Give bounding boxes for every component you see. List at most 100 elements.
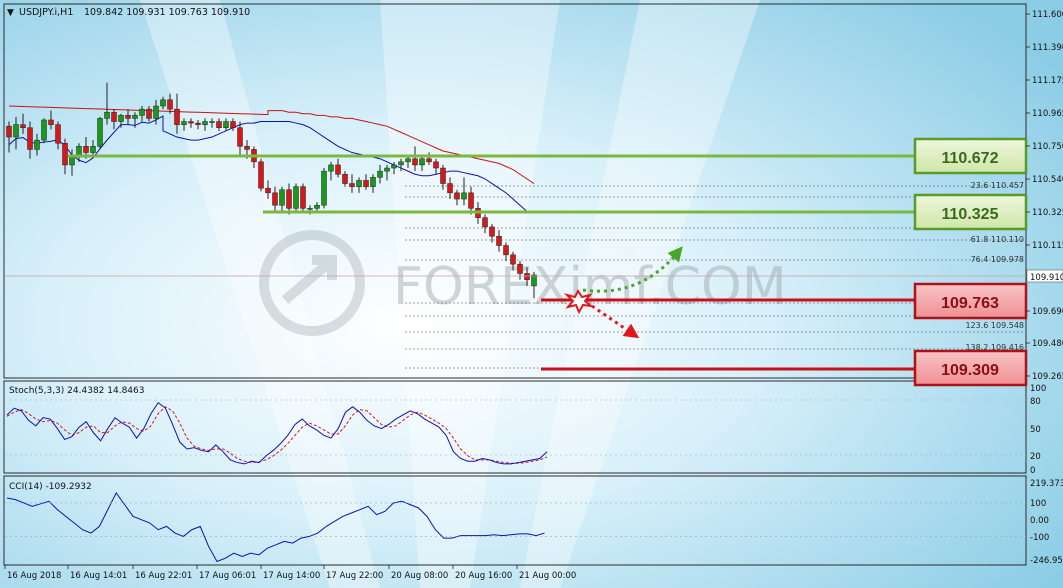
price-tick-label: 111.390 xyxy=(1032,43,1063,53)
price-tick-label: 109.265 xyxy=(1032,372,1063,382)
price-tick-label: 109.480 xyxy=(1032,339,1063,349)
cci-tick-label: -100 xyxy=(1030,533,1049,543)
candle-body xyxy=(391,164,397,169)
price-tick-label: 110.325 xyxy=(1032,208,1063,218)
price-tick-label: 110.115 xyxy=(1032,241,1063,251)
candle-body xyxy=(363,180,369,187)
candle-body xyxy=(90,146,96,153)
candle-body xyxy=(195,122,201,125)
fib-label: 23.6 110.457 xyxy=(971,181,1024,190)
support-label-2: 109.309 xyxy=(941,362,999,379)
cci-tick-label: 0.00 xyxy=(1030,516,1049,526)
cci-tick-label: 219.373 xyxy=(1030,479,1063,489)
candle-body xyxy=(13,124,19,138)
candle-body xyxy=(412,158,418,166)
candle-body xyxy=(167,99,173,110)
candle-body xyxy=(62,142,68,166)
candle-body xyxy=(447,183,453,194)
ohlc-label: 109.842 109.931 109.763 109.910 xyxy=(84,7,250,18)
candle-body xyxy=(468,192,474,209)
candle-body xyxy=(314,204,320,209)
time-tick-label: 16 Aug 2018 xyxy=(7,571,61,581)
symbol-label: USDJPY.i,H1 xyxy=(19,7,73,18)
candle-body xyxy=(230,121,236,128)
candle-body xyxy=(132,115,138,119)
candle-body xyxy=(111,111,117,122)
time-tick-label: 16 Aug 22:01 xyxy=(135,571,192,581)
header-triangle-icon[interactable]: ▼ xyxy=(7,8,14,18)
resistance-label-1: 110.672 xyxy=(942,150,999,167)
watermark-text: FOREXimf.COM xyxy=(393,257,787,317)
stoch-tick-label: 80 xyxy=(1030,397,1041,407)
price-tick-label: 110.750 xyxy=(1032,142,1063,152)
candle-body xyxy=(209,121,215,123)
stoch-tick-label: 50 xyxy=(1030,425,1041,435)
candle-body xyxy=(153,105,159,119)
candle-body xyxy=(335,164,341,175)
price-tick-label: 110.540 xyxy=(1032,175,1063,185)
resistance-label-2: 110.325 xyxy=(942,206,999,223)
candle-body xyxy=(405,158,411,163)
candle-body xyxy=(321,170,327,206)
stoch-label: Stoch(5,3,3) 24.4382 14.8463 xyxy=(9,386,144,396)
stoch-tick-label: 100 xyxy=(1030,384,1046,394)
support-box-1: 109.763 xyxy=(913,282,1028,320)
time-tick-label: 17 Aug 14:00 xyxy=(263,571,320,581)
candle-body xyxy=(524,273,530,280)
support-box-2: 109.309 xyxy=(913,349,1028,387)
candle xyxy=(258,158,264,192)
candle-body xyxy=(125,115,131,119)
candle-body xyxy=(510,254,516,265)
candle-body xyxy=(279,189,285,206)
candle-body xyxy=(328,164,334,172)
candle-body xyxy=(118,115,124,122)
time-tick-label: 17 Aug 22:00 xyxy=(326,571,383,581)
candle-body xyxy=(20,124,26,128)
candle-body xyxy=(6,125,12,138)
candle-body xyxy=(181,121,187,125)
candle xyxy=(321,168,327,209)
candle-body xyxy=(223,121,229,128)
candle-body xyxy=(55,124,61,144)
candle-body xyxy=(27,127,33,150)
candle-body xyxy=(188,121,194,124)
stoch-tick-label: 20 xyxy=(1030,452,1041,462)
time-tick-label: 20 Aug 16:00 xyxy=(455,571,512,581)
chart-canvas: FOREXimf.COM ▼ USDJPY.i,H1 109.842 109.9… xyxy=(0,0,1063,588)
candle-body xyxy=(83,146,89,153)
candle-body xyxy=(293,186,299,209)
current-price-value: 109.910 xyxy=(1030,273,1063,283)
candle-body xyxy=(398,161,404,166)
candle-body xyxy=(237,127,243,147)
resistance-box-1: 110.672 xyxy=(913,137,1028,175)
candle-body xyxy=(489,226,495,237)
candle-body xyxy=(272,192,278,206)
price-tick-label: 111.600 xyxy=(1032,10,1063,20)
candle-body xyxy=(216,121,222,128)
candle-body xyxy=(97,118,103,147)
candle-body xyxy=(370,177,376,187)
time-tick-label: 21 Aug 00:00 xyxy=(519,571,576,581)
time-tick-label: 20 Aug 08:00 xyxy=(391,571,448,581)
candle-body xyxy=(160,99,166,107)
candle xyxy=(293,183,299,212)
candle-body xyxy=(377,170,383,178)
candle-body xyxy=(454,192,460,200)
candle-body xyxy=(139,108,145,116)
candle xyxy=(41,118,47,144)
candle-body xyxy=(265,187,271,194)
candle-body xyxy=(41,119,47,141)
time-tick-label: 16 Aug 14:01 xyxy=(70,571,127,581)
fib-label: 61.8 110.110 xyxy=(971,235,1024,244)
candle-body xyxy=(300,186,306,209)
price-tick-label: 110.965 xyxy=(1032,109,1063,119)
fib-label: 76.4 109.978 xyxy=(971,255,1024,264)
price-tick-label: 109.690 xyxy=(1032,307,1063,317)
fib-label: 123.6 109.548 xyxy=(965,321,1024,330)
candle-body xyxy=(202,121,208,125)
candle-body xyxy=(482,217,488,228)
cci-tick-label: 100 xyxy=(1030,499,1046,509)
candle-body xyxy=(104,111,110,119)
candle-body xyxy=(48,119,54,125)
candle-body xyxy=(349,183,355,187)
